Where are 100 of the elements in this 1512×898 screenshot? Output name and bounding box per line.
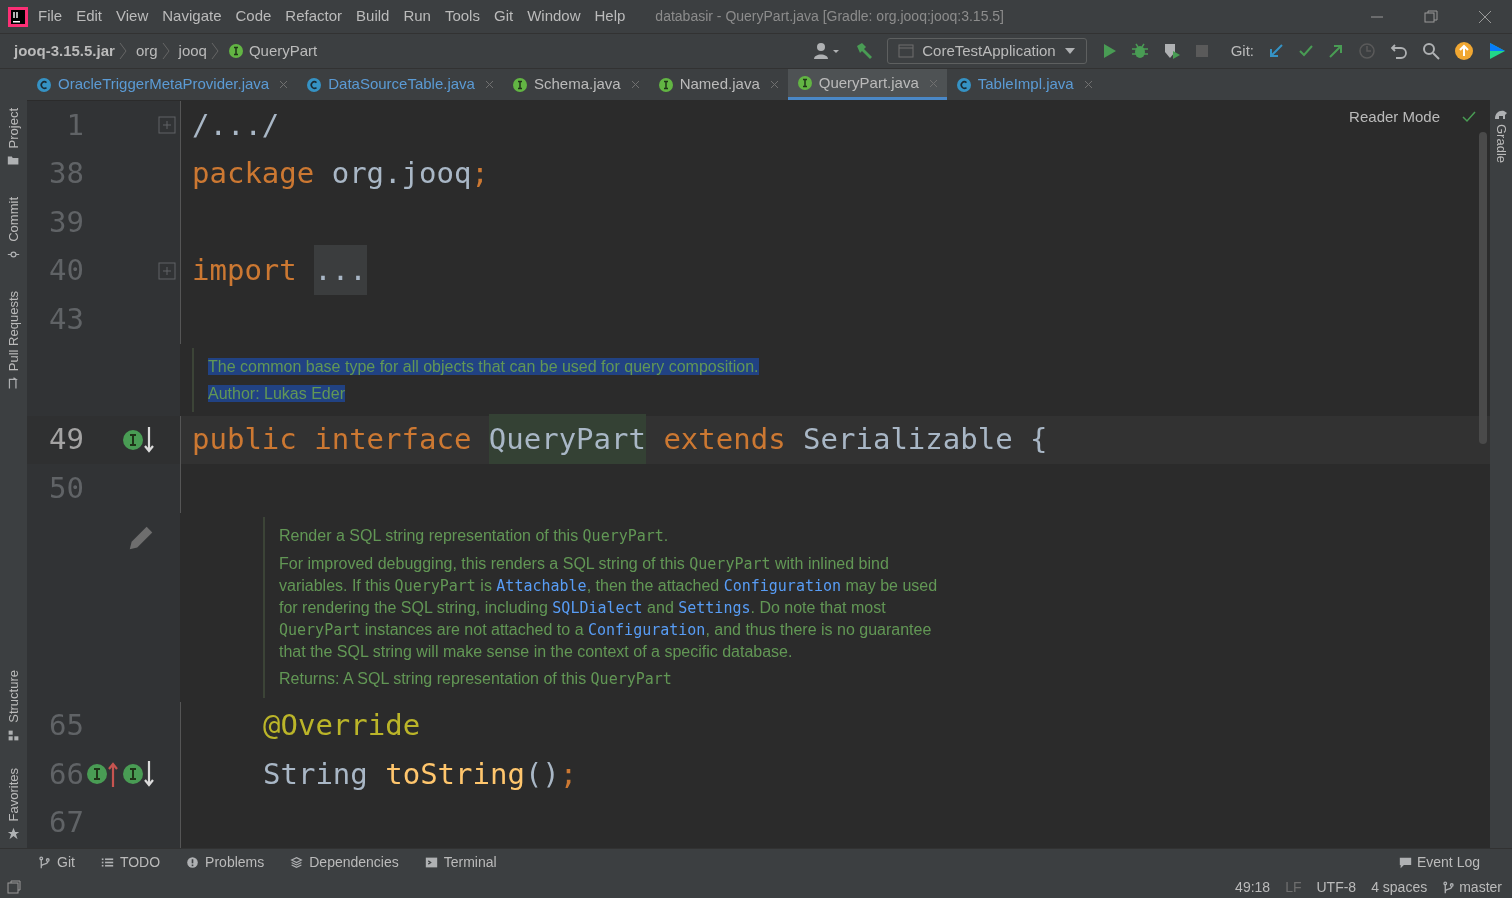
terminal-icon xyxy=(424,856,438,869)
chevron-icon xyxy=(161,42,170,60)
update-icon[interactable] xyxy=(1268,43,1284,59)
close-icon[interactable] xyxy=(1083,80,1093,89)
menu-item[interactable]: Tools xyxy=(444,5,480,28)
window-title: databasir - QueryPart.java [Gradle: org.jooq:jooq:3.15.5] xyxy=(655,7,1004,26)
tool-window-tab[interactable]: Project xyxy=(3,108,24,149)
close-icon[interactable] xyxy=(769,80,779,89)
tool-window-tab[interactable]: Event Log xyxy=(1416,852,1480,873)
doc-paragraph: Returns: A SQL string representation of this QueryPart xyxy=(279,668,673,690)
fold-icon[interactable] xyxy=(158,261,176,280)
tool-window-tab[interactable]: Dependencies xyxy=(309,852,399,873)
status-item[interactable]: 49:18 xyxy=(1235,876,1271,898)
code-line: package org.jooq; xyxy=(192,155,489,192)
interface-icon xyxy=(796,75,813,91)
debug-icon[interactable] xyxy=(1130,42,1149,60)
git-label: Git: xyxy=(1230,40,1254,61)
structure-icon xyxy=(7,728,20,742)
doc-paragraph: Render a SQL string representation of this QueryPart. xyxy=(279,525,670,547)
window-icon xyxy=(898,44,915,58)
plugin-icon[interactable] xyxy=(1488,42,1506,60)
tool-window-tab[interactable]: Problems xyxy=(205,852,265,873)
message-icon xyxy=(1398,856,1412,869)
coverage-icon[interactable] xyxy=(1162,42,1181,60)
line-number: 49 xyxy=(48,421,84,458)
folder-icon xyxy=(7,154,20,168)
menu-item[interactable]: View xyxy=(116,5,149,28)
breadcrumb[interactable]: QueryPart xyxy=(248,39,318,63)
editor-tab[interactable]: Named.java xyxy=(648,69,788,100)
editor-tab[interactable]: Schema.java xyxy=(502,69,649,100)
chevron-icon xyxy=(210,42,219,60)
caret-icon xyxy=(1063,47,1076,55)
doc-paragraph: For improved debugging, this renders a SQL string of this QueryPart with inlined bind variables. If this QueryPart is Attachable, then the attached Configuration may be used for rendering the SQL string, including SQLDialect and Settings. Do note that most QueryPart instances are not attached to a Configuration, and thus there is no guarantee that the SQL string will make sense in the context of a specific database. xyxy=(279,553,939,662)
hammer-icon[interactable] xyxy=(855,42,874,60)
tool-window-tab[interactable]: Structure xyxy=(3,669,24,723)
branch-icon xyxy=(1442,880,1456,894)
restore-icon[interactable] xyxy=(1424,9,1438,24)
class-icon xyxy=(306,76,323,93)
breadcrumb[interactable]: jooq-3.15.5.jar xyxy=(14,39,115,63)
breadcrumb[interactable]: jooq xyxy=(178,39,207,63)
scrollbar-thumb[interactable] xyxy=(1479,132,1487,444)
doc-paragraph: The common base type for all objects that can be used for query composition. xyxy=(208,356,760,377)
interface-icon xyxy=(511,76,528,93)
close-icon[interactable] xyxy=(279,80,289,89)
update-available-icon[interactable] xyxy=(1454,41,1474,61)
close-icon[interactable] xyxy=(484,80,494,89)
editor-tab[interactable]: TableImpl.java xyxy=(946,69,1102,100)
menu-item[interactable]: File xyxy=(38,5,63,28)
list-icon xyxy=(100,856,114,869)
tool-window-tab[interactable]: Pull Requests xyxy=(3,291,24,372)
panel-toggle-icon[interactable] xyxy=(7,880,21,894)
menu-item[interactable]: Code xyxy=(235,5,272,28)
branch-icon xyxy=(38,856,51,869)
pull-request-icon xyxy=(7,377,20,391)
tool-window-tab[interactable]: TODO xyxy=(119,852,161,873)
reader-mode-button[interactable]: Reader Mode xyxy=(1349,106,1440,129)
editor-tab[interactable]: OracleTriggerMetaProvider.java xyxy=(27,69,298,100)
run-configuration-dropdown[interactable]: CoreTestApplication xyxy=(887,38,1087,64)
interface-icon xyxy=(227,43,244,59)
implemented-marker-icon[interactable] xyxy=(122,424,156,455)
tool-window-tab[interactable]: Git xyxy=(57,852,75,873)
status-item[interactable]: master xyxy=(1459,876,1502,898)
menu-item[interactable]: Refactor xyxy=(285,5,343,28)
close-icon[interactable] xyxy=(630,80,640,89)
menu-item[interactable]: Git xyxy=(493,5,514,28)
tool-window-tab[interactable]: Favorites xyxy=(3,767,24,821)
code-line: @Override xyxy=(263,707,421,744)
menu-item[interactable]: Navigate xyxy=(162,5,222,28)
chevron-icon xyxy=(118,42,127,60)
star-icon xyxy=(7,827,20,840)
class-icon xyxy=(36,76,52,93)
menu-item[interactable]: Help xyxy=(594,5,626,28)
doc-paragraph: Author: Lukas Eder xyxy=(208,383,346,404)
status-item[interactable]: UTF-8 xyxy=(1316,876,1357,898)
info-icon xyxy=(186,856,200,869)
editor-tab[interactable]: QueryPart.java xyxy=(787,69,947,100)
check-icon xyxy=(1462,111,1476,124)
push-icon[interactable] xyxy=(1328,43,1344,59)
code-line: String toString(); xyxy=(263,755,578,793)
class-icon xyxy=(955,76,972,93)
undo-icon[interactable] xyxy=(1390,42,1408,60)
menu-item[interactable]: Build xyxy=(356,5,390,28)
tool-window-tab[interactable]: Gradle xyxy=(1491,124,1511,164)
tool-window-tab[interactable]: Terminal xyxy=(443,852,497,873)
tool-window-tab[interactable]: Commit xyxy=(3,197,24,243)
status-item[interactable]: 4 spaces xyxy=(1371,876,1428,898)
app-logo-icon[interactable] xyxy=(8,6,28,27)
breadcrumb[interactable]: org xyxy=(135,39,158,63)
search-icon[interactable] xyxy=(1422,42,1440,60)
layers-icon xyxy=(290,856,304,869)
code-line: /.../ xyxy=(192,106,280,144)
menu-item[interactable]: Edit xyxy=(76,5,103,28)
editor-tab[interactable]: DataSourceTable.java xyxy=(297,69,503,100)
menu-item[interactable]: Run xyxy=(403,5,431,28)
fold-icon[interactable] xyxy=(158,116,176,135)
menu-item[interactable]: Window xyxy=(527,5,581,28)
user-icon[interactable] xyxy=(813,42,842,60)
elephant-icon xyxy=(1494,108,1508,120)
close-icon[interactable] xyxy=(1478,9,1492,24)
check-icon[interactable] xyxy=(1298,43,1314,59)
